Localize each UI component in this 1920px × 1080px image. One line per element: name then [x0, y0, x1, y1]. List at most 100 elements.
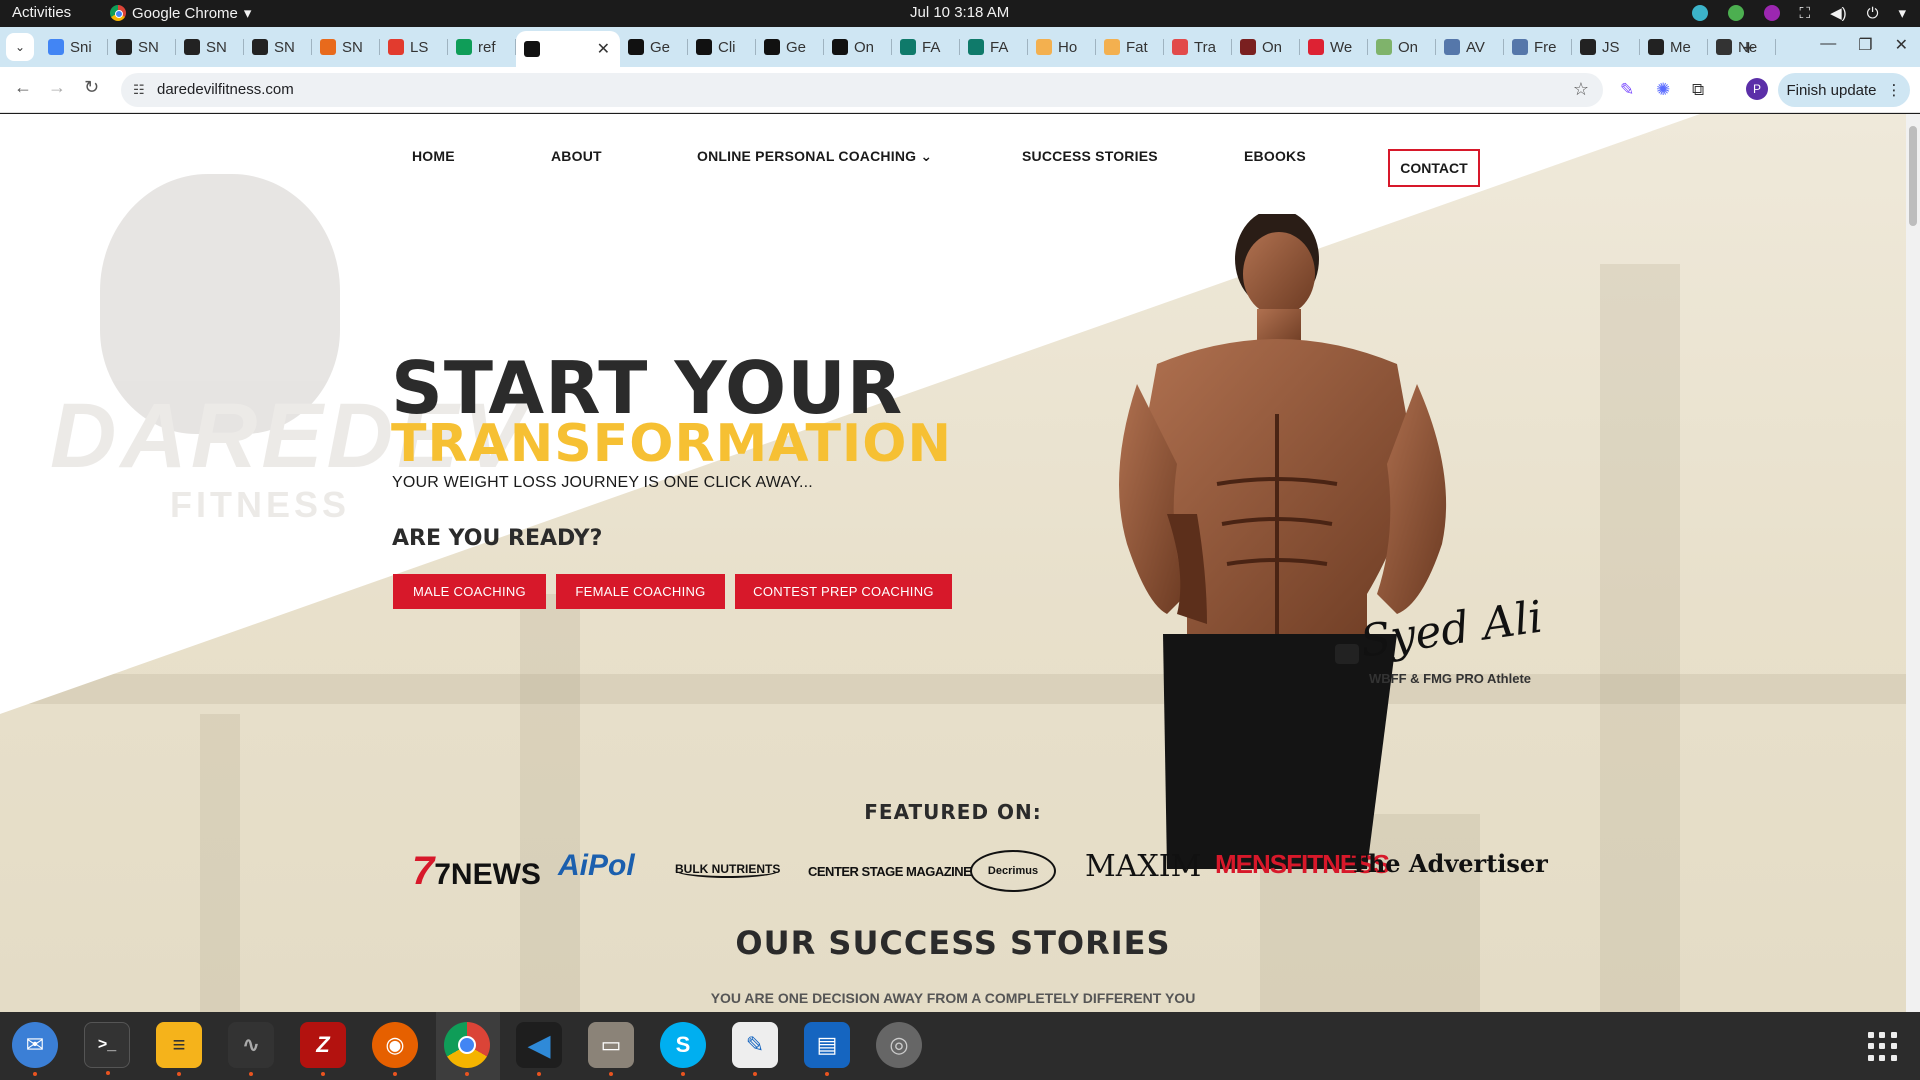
restore-icon[interactable]: ❐: [1858, 35, 1872, 55]
browser-tab[interactable]: Cli: [688, 31, 756, 63]
chrome-icon: [110, 5, 126, 21]
app-menu[interactable]: Google Chrome ▾: [110, 4, 251, 22]
browser-tab[interactable]: Fat: [1096, 31, 1164, 63]
notes-icon[interactable]: ≡: [156, 1022, 202, 1076]
browser-tab[interactable]: On: [824, 31, 892, 63]
hero-question: ARE YOU READY?: [392, 526, 603, 551]
finish-update-button[interactable]: Finish update ⋮: [1778, 73, 1910, 107]
browser-tab[interactable]: SN: [244, 31, 312, 63]
browser-tab[interactable]: Ge: [620, 31, 688, 63]
browser-tab[interactable]: FA: [960, 31, 1028, 63]
more-vert-icon: ⋮: [1886, 82, 1902, 99]
browser-tab[interactable]: SN: [312, 31, 380, 63]
network-icon[interactable]: ⛶: [1800, 5, 1811, 22]
female-coaching-button[interactable]: FEMALE COACHING: [556, 574, 725, 609]
browser-tab[interactable]: Tra: [1164, 31, 1232, 63]
browser-tab[interactable]: AV: [1436, 31, 1504, 63]
browser-tab[interactable]: ✕: [516, 31, 620, 67]
terminal-icon[interactable]: >_: [84, 1022, 130, 1075]
browser-tab[interactable]: ref: [448, 31, 516, 63]
tab-label: SN: [206, 38, 227, 56]
browser-tab[interactable]: JS: [1572, 31, 1640, 63]
site-info-icon[interactable]: ☷: [133, 82, 145, 98]
url-text[interactable]: daredevilfitness.com: [157, 81, 294, 98]
browser-tab[interactable]: SN: [108, 31, 176, 63]
tab-label: Ge: [786, 38, 807, 56]
devil-icon: [764, 39, 780, 55]
tab-label: FA: [990, 38, 1009, 56]
nav-about[interactable]: ABOUT: [551, 148, 602, 164]
image-icon: [1512, 39, 1528, 55]
tab-search-button[interactable]: ⌄: [6, 33, 34, 61]
minimize-icon[interactable]: —: [1820, 35, 1836, 55]
check-icon[interactable]: [1727, 5, 1744, 21]
browser-tab[interactable]: Sni: [40, 31, 108, 63]
docs-icon: [48, 39, 64, 55]
male-coaching-button[interactable]: MALE COACHING: [393, 574, 546, 609]
browser-tab[interactable]: We: [1300, 31, 1368, 63]
clock[interactable]: Jul 10 3:18 AM: [910, 4, 1009, 21]
reload-button[interactable]: ↻: [84, 77, 99, 98]
browser-tab[interactable]: SN: [176, 31, 244, 63]
new-tab-button[interactable]: +: [1742, 35, 1755, 61]
power-icon[interactable]: ⏻: [1867, 5, 1879, 22]
contest-prep-coaching-button[interactable]: CONTEST PREP COACHING: [735, 574, 952, 609]
thunderbird-icon[interactable]: ✉: [12, 1022, 58, 1076]
tab-label: Fat: [1126, 38, 1148, 56]
page-scrollbar[interactable]: [1906, 114, 1920, 1012]
skype-icon[interactable]: S: [660, 1022, 706, 1076]
back-button[interactable]: ←: [14, 77, 32, 98]
tab-label: Ge: [650, 38, 671, 56]
browser-tab[interactable]: Fre: [1504, 31, 1572, 63]
browser-tab[interactable]: On: [1232, 31, 1300, 63]
vscode-icon[interactable]: ◀: [516, 1022, 562, 1076]
snp-icon: [252, 39, 268, 55]
window-controls: — ❐ ✕: [1820, 35, 1908, 55]
pen-extension-icon[interactable]: ✎: [1620, 80, 1634, 100]
sync-icon[interactable]: [1691, 5, 1708, 21]
activities-button[interactable]: Activities: [12, 4, 71, 21]
files-icon[interactable]: ▭: [588, 1022, 634, 1076]
bookmark-star-icon[interactable]: ☆: [1573, 79, 1589, 100]
browser-tab[interactable]: FA: [892, 31, 960, 63]
address-bar[interactable]: ☷ daredevilfitness.com ☆: [121, 73, 1603, 107]
close-tab-icon[interactable]: ✕: [597, 39, 610, 59]
chrome-icon[interactable]: [444, 1022, 490, 1076]
firefox-icon[interactable]: ◉: [372, 1022, 418, 1076]
tab-label: On: [854, 38, 875, 56]
volume-icon[interactable]: ◀): [1830, 4, 1847, 22]
ls-icon: [388, 39, 404, 55]
browser-tab[interactable]: Ho: [1028, 31, 1096, 63]
system-monitor-icon[interactable]: ∿: [228, 1022, 274, 1076]
devil-icon: [628, 39, 644, 55]
close-icon[interactable]: ✕: [1895, 35, 1908, 55]
profile-avatar[interactable]: P: [1746, 78, 1768, 100]
scrollbar-thumb[interactable]: [1909, 126, 1917, 226]
forward-button[interactable]: →: [48, 77, 66, 98]
browser-tab[interactable]: On: [1368, 31, 1436, 63]
gear-extension-icon[interactable]: ✺: [1656, 80, 1670, 100]
show-apps-icon[interactable]: [1868, 1032, 1898, 1062]
nav-success-stories[interactable]: SUCCESS STORIES: [1022, 148, 1158, 164]
tab-label: LS: [410, 38, 429, 56]
extension-icon[interactable]: [1763, 5, 1780, 21]
writer-icon[interactable]: ▤: [804, 1022, 850, 1076]
browser-toolbar: ← → ↻ ☷ daredevilfitness.com ☆ ✎ ✺ ⧉ P F…: [0, 67, 1920, 113]
flame-icon: [1036, 39, 1052, 55]
puzzle-icon[interactable]: ⧉: [1692, 80, 1704, 100]
browser-tab[interactable]: Me: [1640, 31, 1708, 63]
text-editor-icon[interactable]: ✎: [732, 1022, 778, 1076]
nav-home[interactable]: HOME: [412, 148, 455, 164]
nav-ebooks[interactable]: EBOOKS: [1244, 148, 1306, 164]
chevron-down-icon[interactable]: ▾: [1898, 4, 1906, 22]
tab-label: SN: [274, 38, 295, 56]
disk-icon[interactable]: ◎: [876, 1022, 922, 1068]
system-tray[interactable]: ⛶ ◀) ⏻ ▾: [1691, 4, 1906, 22]
hero-subtitle: YOUR WEIGHT LOSS JOURNEY IS ONE CLICK AW…: [392, 474, 813, 491]
browser-tab[interactable]: Ge: [756, 31, 824, 63]
browser-tab[interactable]: LS: [380, 31, 448, 63]
nav-online-coaching[interactable]: ONLINE PERSONAL COACHING ⌄: [697, 148, 932, 165]
contact-button[interactable]: CONTACT: [1388, 149, 1480, 187]
filezilla-icon[interactable]: Z: [300, 1022, 346, 1076]
logo-decrimus: Decrimus: [970, 850, 1056, 892]
